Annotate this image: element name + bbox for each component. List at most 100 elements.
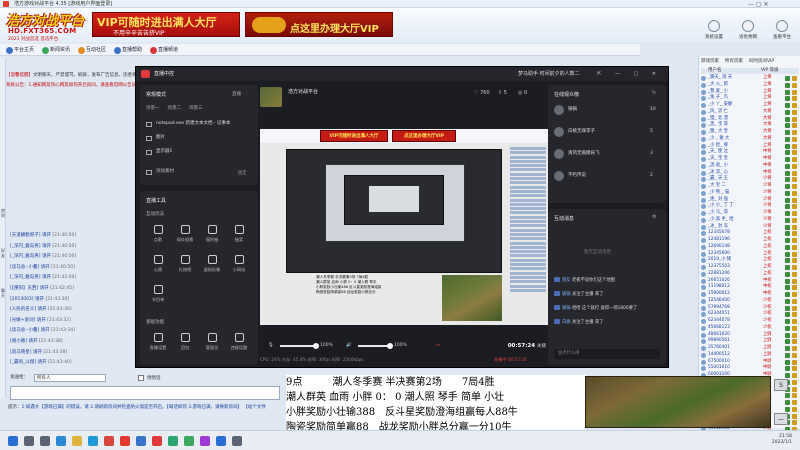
user-row[interactable]: 99890561 上尉 bbox=[701, 338, 799, 345]
source-item[interactable]: 图片 bbox=[146, 133, 165, 143]
user-row[interactable]: _兔 子_ 鸟 上将 bbox=[701, 95, 799, 102]
stream-preview[interactable]: VIP可随时进出满人大厅 点这里办理大厅VIP 潮人冬季赛 半决赛第2场 7局4… bbox=[260, 129, 548, 325]
user-row[interactable]: _小 高 手_ 哈 少将 bbox=[701, 217, 799, 224]
chat-sender[interactable]: [_霸闲_斗翔] bbox=[10, 360, 36, 365]
chat-sender[interactable]: [浪马晓星] bbox=[10, 350, 32, 355]
user-row[interactable]: _狼_ 大 宝 大将 bbox=[701, 129, 799, 136]
user-row[interactable]: _大 宝 二 少将 bbox=[701, 183, 799, 190]
user-list-tab-1[interactable]: 所有玩家 bbox=[725, 59, 743, 64]
user-row[interactable]: 55001010 中尉 bbox=[701, 365, 799, 372]
talk-target-select[interactable]: 所有人 bbox=[34, 374, 106, 382]
message-sender[interactable]: 朋友 bbox=[562, 278, 571, 283]
tool-button-4[interactable]: 心愿 bbox=[146, 255, 170, 273]
tool-button-5[interactable]: 礼物榜 bbox=[173, 255, 197, 273]
stream-cover-thumbnail[interactable] bbox=[260, 87, 282, 107]
live-account-name[interactable]: 梦马助手·时间前夕的人数二 bbox=[518, 67, 580, 81]
tool-button-0[interactable]: 点歌 bbox=[146, 225, 170, 243]
tool-button-1[interactable]: 观众投票 bbox=[173, 225, 197, 243]
chat-input[interactable] bbox=[10, 386, 280, 400]
mode-label[interactable]: 常规模式 bbox=[146, 91, 166, 98]
audience-refresh-icon[interactable]: ↻ bbox=[652, 90, 656, 96]
settings-icon[interactable] bbox=[232, 436, 242, 446]
left-tab-0[interactable]: 房间 bbox=[0, 208, 6, 218]
user-row[interactable]: _聊天_ 雨 天 上将 bbox=[701, 75, 799, 82]
user-row[interactable]: _霸_ 天 王 少将 bbox=[701, 176, 799, 183]
user-row[interactable]: _小 马_ 哥 少将 bbox=[701, 210, 799, 217]
tool-button-3[interactable]: 抽奖 bbox=[227, 225, 251, 243]
store-icon[interactable] bbox=[136, 436, 146, 446]
topbar-button-2[interactable]: 查看平台 bbox=[770, 20, 794, 40]
mode-action[interactable]: 直播 bbox=[232, 91, 241, 97]
user-row[interactable]: _大 火_ 新 上将 bbox=[701, 82, 799, 89]
user-row[interactable]: _小 熊 _ 猫 少将 bbox=[701, 190, 799, 197]
toolbar-button-0[interactable]: 平台主页 bbox=[6, 46, 34, 55]
chat-sender[interactable]: [【重阳】东西] bbox=[10, 286, 38, 291]
chat-sender[interactable]: [光敏+爱剑] bbox=[10, 318, 35, 323]
toolbar-button-1[interactable]: 新闻资讯 bbox=[42, 46, 70, 55]
user-row[interactable]: _小 _ 雅 大 大将 bbox=[701, 136, 799, 143]
left-tab-2[interactable]: 聊天 bbox=[0, 288, 6, 298]
scene-tab-1[interactable]: 场景二 bbox=[168, 106, 182, 111]
chat-sender[interactable]: [胡小路] bbox=[10, 339, 27, 344]
left-tab-1[interactable]: 好友 bbox=[0, 248, 6, 258]
user-row[interactable]: _天_ 宝 宝 中将 bbox=[701, 156, 799, 163]
game-minimap[interactable]: S — bbox=[585, 376, 788, 428]
toolbar-button-3[interactable]: 直播帮助 bbox=[114, 46, 142, 55]
toolbar-button-4[interactable]: 直播频道 bbox=[150, 46, 178, 55]
user-row[interactable]: _小 丫_ 安静 上将 bbox=[701, 102, 799, 109]
user-row[interactable]: _风_ 流 亡 大将 bbox=[701, 109, 799, 116]
topbar-button-0[interactable]: 系统设置 bbox=[702, 20, 726, 40]
vip-signup-banner[interactable]: 点这里办理大厅VIP bbox=[245, 12, 393, 37]
user-row[interactable]: 2019_小 猪 上校 bbox=[701, 257, 799, 264]
basic-button-1[interactable]: 回包 bbox=[173, 333, 197, 351]
mic-icon[interactable]: 🎙 bbox=[268, 339, 274, 353]
message-sender[interactable]: 锅锅 bbox=[562, 306, 571, 311]
video-icon[interactable] bbox=[200, 436, 210, 446]
user-list-tab-0[interactable]: 游戏玩家 bbox=[701, 59, 719, 64]
toolbar-button-2[interactable]: 互动社区 bbox=[78, 46, 106, 55]
search-icon[interactable] bbox=[24, 436, 34, 446]
chrome-icon[interactable] bbox=[104, 436, 114, 446]
basic-button-2[interactable]: 管理员 bbox=[200, 333, 224, 351]
tool-button-6[interactable]: 虚拟形象 bbox=[200, 255, 224, 273]
platform-logo[interactable]: 浩方对战平台 HD.FXT365.COM 2023 对战首选 首选平台 bbox=[6, 10, 90, 42]
tip-text[interactable]: 1.如遇大【游戏已满】的错误，请 2.请刷新房间并检查防火墙是否开启。【喊话如何… bbox=[22, 405, 266, 410]
edge-icon[interactable] bbox=[88, 436, 98, 446]
user-row[interactable]: 11198012 中校 bbox=[701, 284, 799, 291]
interaction-settings-icon[interactable]: ⚙ bbox=[652, 214, 656, 220]
tool-button-8[interactable]: 节目单 bbox=[146, 285, 170, 303]
live-window-controls[interactable]: ⇱ — ▢ ✕ bbox=[597, 67, 662, 81]
mail-icon[interactable] bbox=[216, 436, 226, 446]
source-item[interactable]: 显示器1 bbox=[146, 147, 172, 157]
speaker-icon[interactable]: 🔊 bbox=[346, 339, 352, 353]
live-timer[interactable]: 00:57:24 关播 bbox=[508, 339, 546, 354]
user-list-tab-2[interactable]: 同时房间VIP bbox=[749, 59, 774, 64]
record-icon[interactable]: ▭ bbox=[436, 339, 440, 353]
user-row[interactable]: 62344051 少校 bbox=[701, 311, 799, 318]
chat-sender[interactable]: [_深闪_雅岛男] bbox=[10, 254, 41, 259]
message-sender[interactable]: 锅锅 bbox=[562, 292, 571, 297]
minimap-minus-button[interactable]: — bbox=[774, 413, 788, 425]
tool-button-2[interactable]: 福利抽 bbox=[200, 225, 224, 243]
mic-volume-slider[interactable] bbox=[280, 343, 319, 349]
whisper-checkbox[interactable] bbox=[138, 375, 144, 381]
user-row[interactable]: 15900012 中校 bbox=[701, 291, 799, 298]
user-row[interactable]: 12481196 上校 bbox=[701, 237, 799, 244]
basic-button-0[interactable]: 直播设置 bbox=[146, 333, 170, 351]
chat-icon[interactable] bbox=[184, 436, 194, 446]
user-row[interactable]: 45668123 少校 bbox=[701, 325, 799, 332]
user-row[interactable]: 12546400 少校 bbox=[701, 298, 799, 305]
browser-icon[interactable] bbox=[56, 436, 66, 446]
user-row[interactable]: _流 逝_ 小 中将 bbox=[701, 163, 799, 170]
vip-ad-banner[interactable]: VIP可随时进出满人大厅 不用辛辛苦苦挤VIP bbox=[92, 12, 240, 37]
tool-button-7[interactable]: 小网站 bbox=[227, 255, 251, 273]
chat-sender[interactable]: [_深闪_雅岛男] bbox=[10, 244, 41, 249]
interaction-input[interactable]: 说点什么吧 bbox=[554, 349, 660, 359]
user-row[interactable]: _天_ 使 泣 中将 bbox=[701, 149, 799, 156]
audience-row[interactable]: 不朽传说 2 bbox=[554, 169, 653, 183]
user-row[interactable]: 22881206 上校 bbox=[701, 271, 799, 278]
message-sender[interactable]: 白桃 bbox=[562, 320, 571, 325]
add-source-button[interactable]: 添加素材 bbox=[146, 167, 174, 177]
task-view-icon[interactable] bbox=[40, 436, 50, 446]
folder-icon[interactable] bbox=[72, 436, 82, 446]
